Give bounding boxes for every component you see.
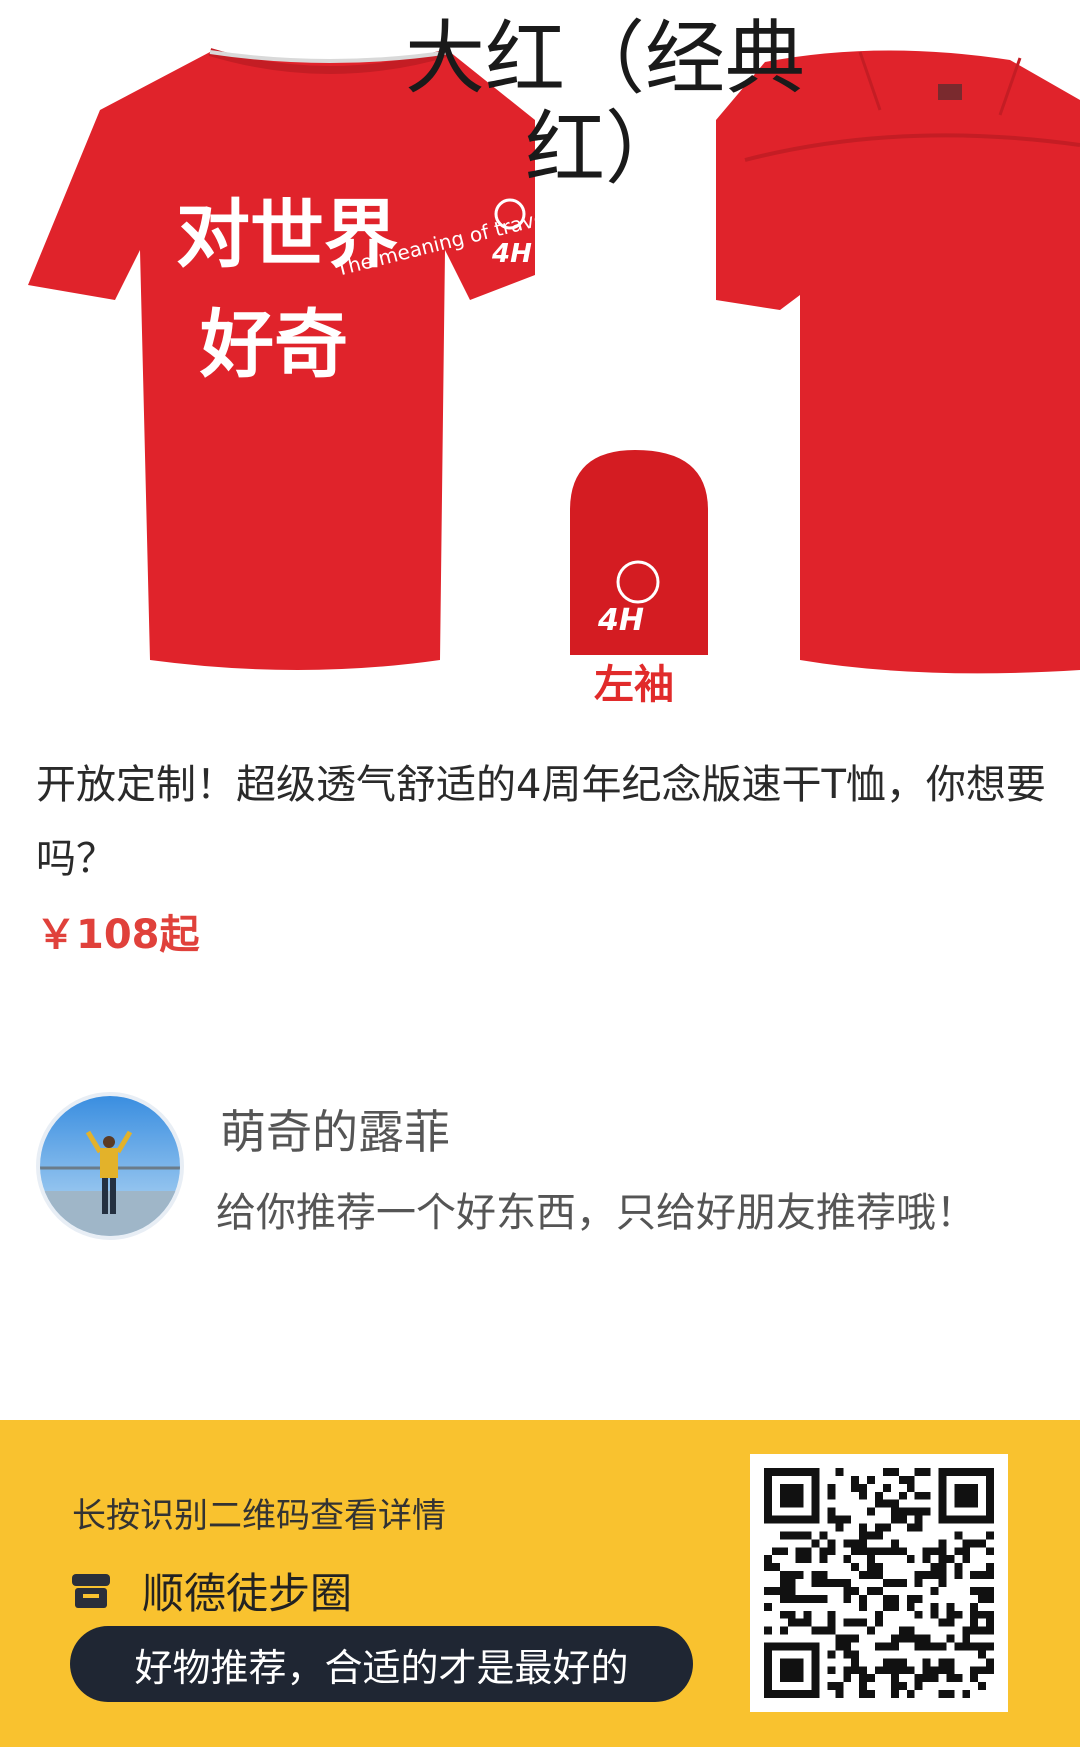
sleeve-mark: 4H xyxy=(597,603,644,638)
shop-row[interactable]: 顺德徒步圈 xyxy=(70,1560,352,1620)
sleeve-swatch: 4H xyxy=(570,450,708,655)
recommender-message: 给你推荐一个好东西，只给好朋友推荐哦！ xyxy=(216,1190,976,1236)
slogan-pill: 好物推荐，合适的才是最好的 xyxy=(70,1626,693,1702)
person-on-balcony-avatar-icon xyxy=(40,1096,180,1236)
product-image[interactable]: 对世界 好奇 The meaning of travel 4H 4H 大红（经典… xyxy=(0,0,1080,720)
sleeve-mark-front: 4H xyxy=(491,239,532,269)
qr-code[interactable] xyxy=(750,1454,1008,1712)
recommender-name: 萌奇的露菲 xyxy=(220,1105,450,1159)
sleeve-caption: 左袖 xyxy=(594,662,674,708)
shop-name: 顺德徒步圈 xyxy=(142,1568,353,1618)
print-text-line2: 好奇 xyxy=(199,302,348,388)
product-title: 开放定制！超级透气舒适的4周年纪念版速干T恤，你想要吗？ xyxy=(36,762,1046,882)
color-label: 大红（经典红） xyxy=(405,12,805,195)
qr-hint: 长按识别二维码查看详情 xyxy=(72,1496,446,1536)
store-icon xyxy=(72,1574,110,1608)
avatar[interactable] xyxy=(36,1092,184,1240)
qr-code-icon xyxy=(764,1468,994,1698)
product-price: ￥108起 xyxy=(36,912,200,958)
